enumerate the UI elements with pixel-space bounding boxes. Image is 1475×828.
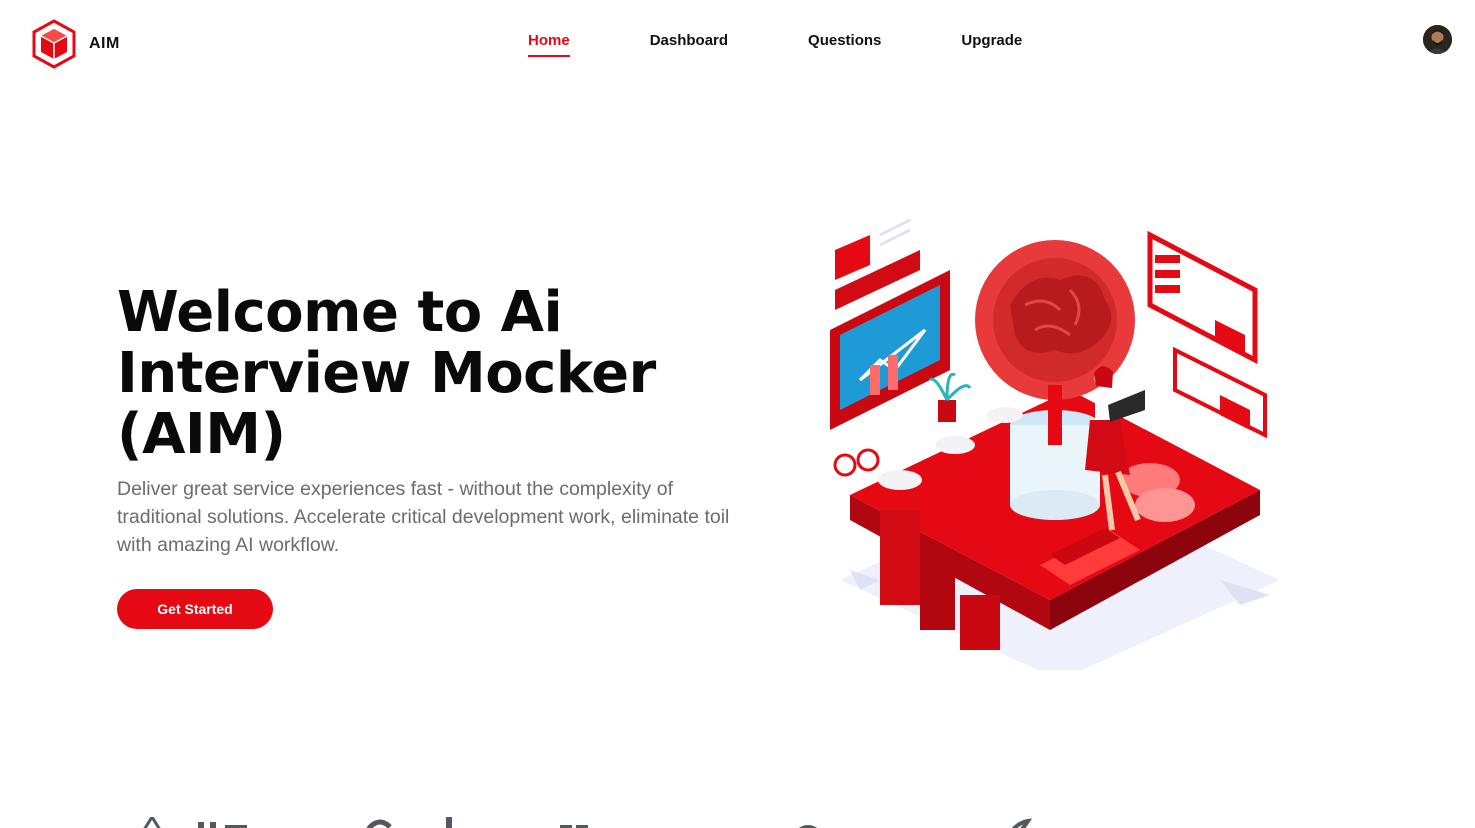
nav-item-dashboard[interactable]: Dashboard <box>650 32 728 57</box>
brand-link[interactable]: AIM <box>31 19 120 69</box>
hero-subtitle: Deliver great service experiences fast -… <box>117 478 730 556</box>
partner-logo-6 <box>1210 817 1350 828</box>
partner-logo-1 <box>140 814 270 828</box>
hero-title: Welcome to Ai Interview Mocker (AIM) <box>117 280 656 467</box>
user-avatar[interactable] <box>1423 25 1452 54</box>
main-nav: Home Dashboard Questions Upgrade <box>528 32 1022 57</box>
partner-logo-5 <box>1000 817 1040 828</box>
partner-logos-strip <box>0 805 1475 828</box>
partner-logo-3 <box>560 817 710 828</box>
site-header: AIM Home Dashboard Questions Upgrade <box>0 0 1475 86</box>
avatar-image <box>1423 25 1452 54</box>
get-started-button[interactable]: Get Started <box>117 589 273 629</box>
brand-name: AIM <box>89 35 120 52</box>
nav-item-upgrade[interactable]: Upgrade <box>961 32 1022 57</box>
nav-item-home[interactable]: Home <box>528 32 570 57</box>
isometric-ai-brain-illustration <box>830 218 1280 670</box>
nav-item-questions[interactable]: Questions <box>808 32 881 57</box>
partner-logo-2 <box>360 817 470 828</box>
partner-logo-4 <box>790 817 890 828</box>
cube-logo-icon <box>32 19 76 69</box>
